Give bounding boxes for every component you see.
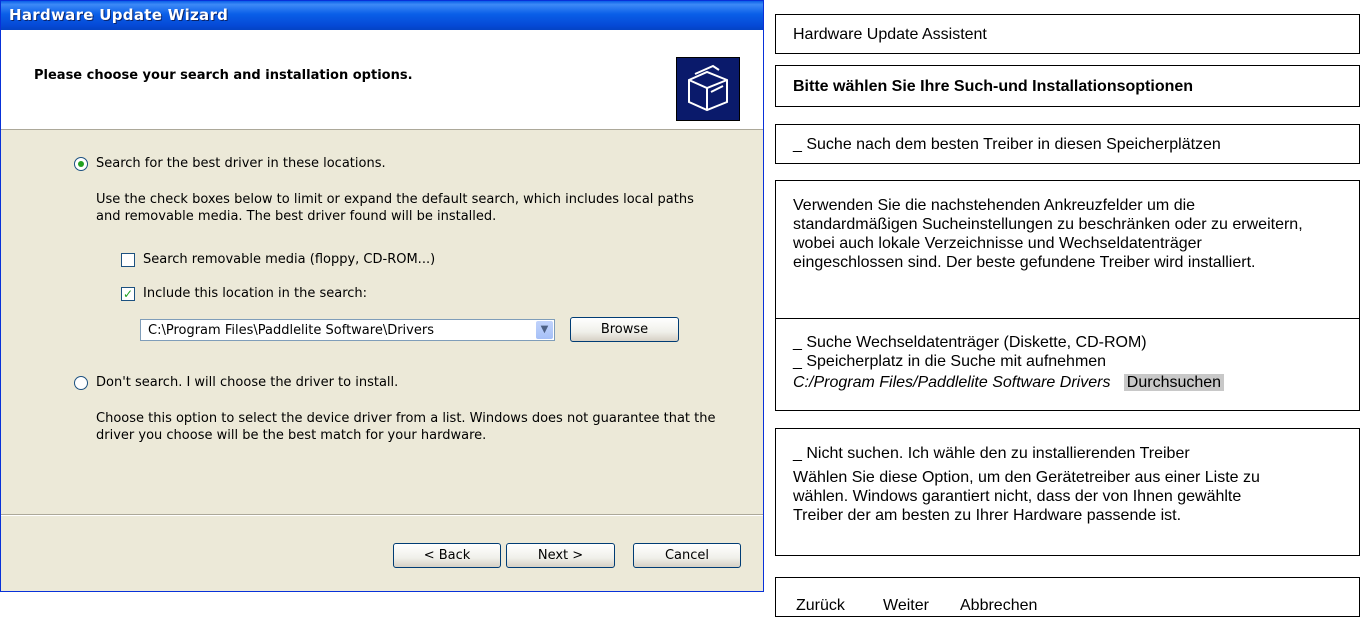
dont-search-radio[interactable] xyxy=(74,376,88,390)
removable-media-label: Search removable media (floppy, CD-ROM..… xyxy=(143,252,436,267)
hardware-box-icon xyxy=(676,57,740,121)
back-button[interactable]: < Back xyxy=(393,543,501,568)
translation-search-radio-box: _ Suche nach dem besten Treiber in diese… xyxy=(775,124,1360,164)
window-title: Hardware Update Wizard xyxy=(9,6,229,24)
cancel-button[interactable]: Cancel xyxy=(633,543,741,568)
dont-search-description: Choose this option to select the device … xyxy=(96,411,716,443)
translation-locations-box: _ Suche Wechseldatenträger (Diskette, CD… xyxy=(775,318,1360,411)
wizard-window: Hardware Update Wizard Please choose you… xyxy=(0,0,764,592)
title-bar: Hardware Update Wizard xyxy=(1,1,763,30)
translation-cancel: Abbrechen xyxy=(960,597,1038,614)
browse-button[interactable]: Browse xyxy=(570,317,679,342)
include-location-label: Include this location in the search: xyxy=(143,286,368,301)
translation-dont-search-description: Wählen Sie diese Option, um den Gerätetr… xyxy=(793,469,1260,524)
footer-separator xyxy=(1,514,763,516)
dont-search-label: Don't search. I will choose the driver t… xyxy=(96,375,399,390)
translation-include-location: _ Speicherplatz in die Suche mit aufnehm… xyxy=(793,353,1107,370)
search-best-driver-label: Search for the best driver in these loca… xyxy=(96,156,386,171)
location-combo[interactable]: C:\Program Files\Paddlelite Software\Dri… xyxy=(140,319,555,341)
translation-header-box: Bitte wählen Sie Ihre Such-und Installat… xyxy=(775,65,1360,107)
translation-title-box: Hardware Update Assistent xyxy=(775,14,1360,54)
search-best-driver-radio[interactable] xyxy=(74,157,88,171)
translation-title: Hardware Update Assistent xyxy=(793,26,987,43)
translation-buttons-box: Zurück Weiter Abbrechen xyxy=(775,577,1360,617)
next-button[interactable]: Next > xyxy=(506,543,615,568)
translation-browse: Durchsuchen xyxy=(1123,374,1225,391)
translation-removable-media: _ Suche Wechseldatenträger (Diskette, CD… xyxy=(793,334,1147,351)
search-description: Use the check boxes below to limit or ex… xyxy=(96,192,694,224)
translation-location-line: C:/Program Files/Paddlelite Software Dri… xyxy=(793,373,1225,392)
translation-location-path: C:/Program Files/Paddlelite Software Dri… xyxy=(793,374,1111,391)
include-location-checkbox[interactable]: ✓ xyxy=(121,287,135,301)
translation-header: Bitte wählen Sie Ihre Such-und Installat… xyxy=(793,78,1194,95)
translation-next: Weiter xyxy=(883,597,929,614)
wizard-header: Please choose your search and installati… xyxy=(1,30,763,130)
translation-search-radio: _ Suche nach dem besten Treiber in diese… xyxy=(793,136,1221,153)
location-value: C:\Program Files\Paddlelite Software\Dri… xyxy=(148,323,434,338)
translation-dont-search: _ Nicht suchen. Ich wähle den zu install… xyxy=(793,445,1190,462)
translation-search-description: Verwenden Sie die nachstehenden Ankreuzf… xyxy=(793,197,1303,271)
header-title: Please choose your search and installati… xyxy=(34,68,413,83)
chevron-down-icon[interactable]: ▼ xyxy=(536,321,553,339)
removable-media-checkbox[interactable] xyxy=(121,253,135,267)
translation-back: Zurück xyxy=(796,597,845,614)
translation-search-description-box: Verwenden Sie die nachstehenden Ankreuzf… xyxy=(775,180,1360,320)
translation-dont-search-box: _ Nicht suchen. Ich wähle den zu install… xyxy=(775,428,1360,556)
radio-selected-dot xyxy=(78,161,84,167)
